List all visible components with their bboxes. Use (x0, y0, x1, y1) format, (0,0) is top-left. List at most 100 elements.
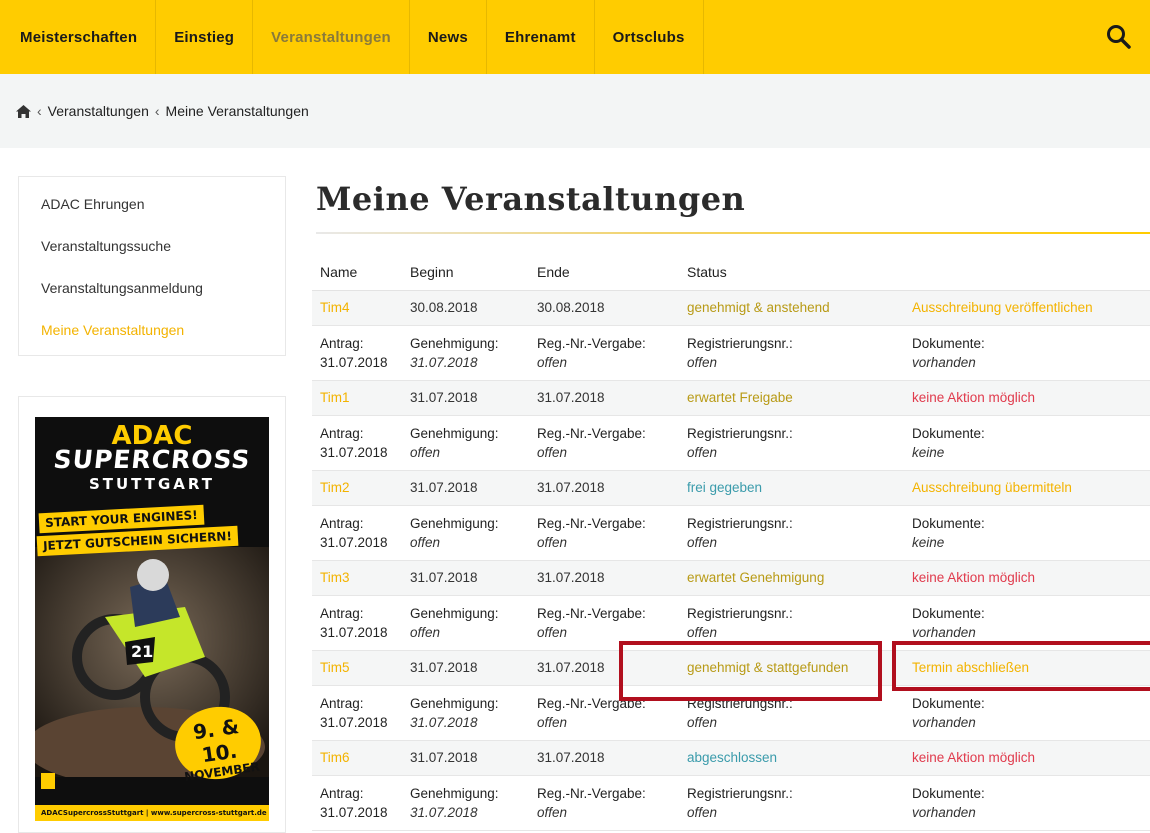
value-genehmigung: 31.07.2018 (410, 804, 478, 820)
sidebar: ADAC Ehrungen Veranstaltungssuche Verans… (18, 176, 286, 356)
label-regnr: Registrierungsnr.: (687, 605, 793, 621)
value-regvergabe: offen (537, 804, 568, 820)
event-status: erwartet Genehmigung (679, 560, 904, 596)
label-genehmigung: Genehmigung: (410, 695, 499, 711)
value-antrag: 31.07.2018 (320, 444, 388, 460)
nav-item-veranstaltungen[interactable]: Veranstaltungen (253, 0, 410, 74)
label-regvergabe: Reg.-Nr.-Vergabe: (537, 785, 646, 801)
col-header-ende: Ende (529, 254, 679, 291)
sidebar-item-suche[interactable]: Veranstaltungssuche (19, 225, 285, 267)
value-regnr: offen (687, 804, 718, 820)
label-regnr: Registrierungsnr.: (687, 785, 793, 801)
event-name-link[interactable]: Tim5 (312, 650, 402, 686)
table-row: Tim4 30.08.2018 30.08.2018 genehmigt & anst… (312, 290, 1150, 326)
value-genehmigung: offen (410, 624, 441, 640)
svg-text:21: 21 (131, 642, 153, 661)
table-detail-row: Antrag: 31.07.2018 Genehmigung: offen Reg.-N… (312, 415, 1150, 471)
value-regvergabe: offen (537, 714, 568, 730)
event-name-link[interactable]: Tim3 (312, 560, 402, 596)
search-icon[interactable] (1104, 22, 1134, 52)
label-regvergabe: Reg.-Nr.-Vergabe: (537, 425, 646, 441)
value-genehmigung: 31.07.2018 (410, 354, 478, 370)
ad-footer: ADACSupercrossStuttgart | www.supercross… (35, 805, 269, 821)
label-regnr: Registrierungsnr.: (687, 425, 793, 441)
label-antrag: Antrag: (320, 425, 364, 441)
event-status: erwartet Freigabe (679, 380, 904, 416)
label-dokumente: Dokumente: (912, 425, 985, 441)
label-regvergabe: Reg.-Nr.-Vergabe: (537, 695, 646, 711)
sidebar-item-ehrungen[interactable]: ADAC Ehrungen (19, 183, 285, 225)
label-antrag: Antrag: (320, 335, 364, 351)
ad-logo-icon (41, 773, 55, 789)
nav-item-ehrenamt[interactable]: Ehrenamt (487, 0, 595, 74)
value-regvergabe: offen (537, 624, 568, 640)
value-antrag: 31.07.2018 (320, 354, 388, 370)
value-genehmigung: 31.07.2018 (410, 714, 478, 730)
events-table: Name Beginn Ende Status Tim4 30.08.2018 30… (312, 254, 1150, 831)
label-dokumente: Dokumente: (912, 785, 985, 801)
col-header-beginn: Beginn (402, 254, 529, 291)
table-header: Name Beginn Ende Status (312, 254, 1150, 291)
value-regnr: offen (687, 444, 718, 460)
value-regvergabe: offen (537, 444, 568, 460)
sidebar-item-anmeldung[interactable]: Veranstaltungsanmeldung (19, 267, 285, 309)
event-ende: 31.07.2018 (529, 740, 679, 776)
nav-item-einstieg[interactable]: Einstieg (156, 0, 254, 74)
label-regnr: Registrierungsnr.: (687, 695, 793, 711)
event-action[interactable]: Termin abschließen (904, 650, 1150, 686)
event-ende: 31.07.2018 (529, 560, 679, 596)
title-divider (316, 232, 1150, 234)
event-name-link[interactable]: Tim4 (312, 290, 402, 326)
table-row: Tim2 31.07.2018 31.07.2018 frei gegeben Auss… (312, 470, 1150, 506)
event-beginn: 31.07.2018 (402, 380, 529, 416)
table-detail-row: Antrag: 31.07.2018 Genehmigung: offen Reg.-N… (312, 505, 1150, 561)
event-name-link[interactable]: Tim2 (312, 470, 402, 506)
col-header-status: Status (679, 254, 904, 291)
home-icon[interactable] (16, 104, 31, 118)
event-name-link[interactable]: Tim6 (312, 740, 402, 776)
breadcrumb-separator: ‹ (154, 103, 160, 119)
sidebar-item-meine-veranstaltungen[interactable]: Meine Veranstaltungen (19, 309, 285, 351)
label-genehmigung: Genehmigung: (410, 515, 499, 531)
table-row: Tim3 31.07.2018 31.07.2018 erwartet Genehmi… (312, 560, 1150, 596)
nav-item-news[interactable]: News (410, 0, 487, 74)
breadcrumb: ‹ Veranstaltungen ‹ Meine Veranstaltunge… (0, 74, 1150, 148)
value-antrag: 31.07.2018 (320, 624, 388, 640)
supercross-poster[interactable]: 21 ADAC SUPERCROSS STUTTGART START YOUR … (35, 417, 269, 821)
event-status: genehmigt & anstehend (679, 290, 904, 326)
event-status: frei gegeben (679, 470, 904, 506)
value-regnr: offen (687, 624, 718, 640)
value-genehmigung: offen (410, 444, 441, 460)
nav-item-ortsclubs[interactable]: Ortsclubs (595, 0, 704, 74)
value-antrag: 31.07.2018 (320, 714, 388, 730)
event-action: keine Aktion möglich (904, 380, 1150, 416)
label-regvergabe: Reg.-Nr.-Vergabe: (537, 605, 646, 621)
breadcrumb-item-veranstaltungen[interactable]: Veranstaltungen (48, 103, 149, 119)
label-regnr: Registrierungsnr.: (687, 515, 793, 531)
label-dokumente: Dokumente: (912, 515, 985, 531)
event-action[interactable]: Ausschreibung veröffentlichen (904, 290, 1150, 326)
table-detail-row: Antrag: 31.07.2018 Genehmigung: 31.07.2018 R… (312, 775, 1150, 831)
value-dokumente: keine (912, 444, 945, 460)
nav-item-meisterschaften[interactable]: Meisterschaften (0, 0, 157, 74)
event-action[interactable]: Ausschreibung übermitteln (904, 470, 1150, 506)
label-genehmigung: Genehmigung: (410, 335, 499, 351)
ad-banner[interactable]: 21 ADAC SUPERCROSS STUTTGART START YOUR … (18, 396, 286, 833)
event-status: abgeschlossen (679, 740, 904, 776)
value-genehmigung: offen (410, 534, 441, 550)
breadcrumb-item-current[interactable]: Meine Veranstaltungen (166, 103, 309, 119)
top-navigation: Meisterschaften Einstieg Veranstaltungen… (0, 0, 1150, 74)
breadcrumb-separator: ‹ (37, 103, 42, 119)
ad-title: SUPERCROSS (52, 445, 252, 474)
event-ende: 31.07.2018 (529, 380, 679, 416)
event-ende: 31.07.2018 (529, 650, 679, 686)
value-regvergabe: offen (537, 354, 568, 370)
value-dokumente: vorhanden (912, 714, 976, 730)
label-antrag: Antrag: (320, 515, 364, 531)
value-regnr: offen (687, 714, 718, 730)
value-antrag: 31.07.2018 (320, 534, 388, 550)
value-dokumente: vorhanden (912, 804, 976, 820)
label-regvergabe: Reg.-Nr.-Vergabe: (537, 335, 646, 351)
event-name-link[interactable]: Tim1 (312, 380, 402, 416)
value-dokumente: vorhanden (912, 624, 976, 640)
